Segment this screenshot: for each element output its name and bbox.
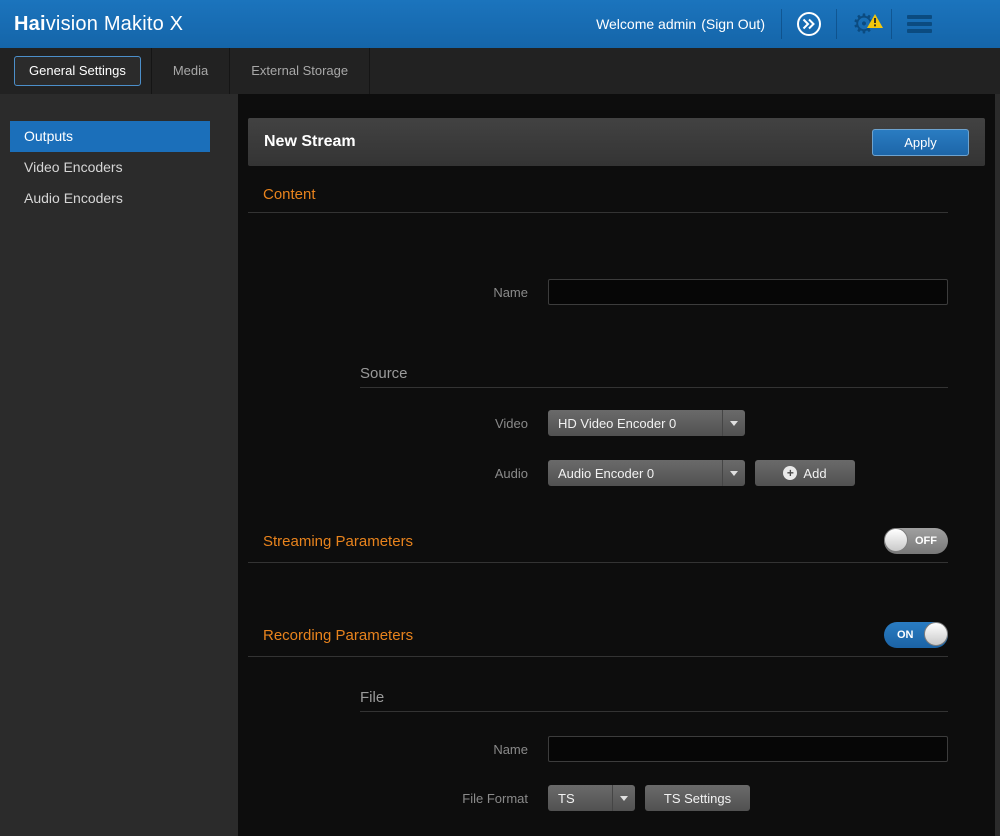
file-name-label: Name [248,742,528,757]
file-name-input[interactable] [548,736,948,762]
tab-media[interactable]: Media [152,48,229,94]
toggle-knob [884,528,908,552]
plus-icon: + [783,466,797,480]
hamburger-icon [907,15,932,33]
file-format-selected-value: TS [548,791,612,806]
divider [360,387,948,388]
recording-parameters-toggle[interactable]: ON [884,622,948,648]
name-label: Name [248,285,528,300]
streaming-parameters-row: Streaming Parameters OFF [248,528,948,554]
main-panel: New Stream Apply Content Name Source Vid… [238,94,995,836]
sidebar-item-outputs[interactable]: Outputs [10,121,210,152]
topbar-divider [836,9,837,39]
video-encoder-selected-value: HD Video Encoder 0 [548,416,722,431]
topbar-divider [891,9,892,39]
chevron-down-icon [722,460,745,486]
toggle-state-label: ON [897,629,914,641]
settings-gear-icon[interactable]: ⚙ [839,11,889,38]
haivision-status-icon[interactable] [784,11,834,37]
stream-name-row: Name [248,279,948,305]
sidebar-item-audio-encoders[interactable]: Audio Encoders [10,183,210,214]
form-content: Content Name Source Video HD Video Encod… [248,186,948,811]
file-name-row: Name [248,736,948,762]
apply-button[interactable]: Apply [872,129,969,156]
stream-name-input[interactable] [548,279,948,305]
toggle-state-label: OFF [915,535,937,547]
section-title-streaming-parameters: Streaming Parameters [248,533,413,550]
tab-general-settings[interactable]: General Settings [14,56,141,86]
video-label: Video [248,416,528,431]
audio-label: Audio [248,466,528,481]
divider [248,212,948,213]
page-title: New Stream [264,133,356,151]
tab-divider [369,48,370,94]
warning-badge-icon [867,14,883,33]
file-format-row: File Format TS TS Settings [248,785,948,811]
tab-bar: General Settings Media External Storage [0,48,1000,94]
add-audio-button[interactable]: + Add [755,460,855,486]
sign-out-link[interactable]: (Sign Out) [701,16,765,32]
sidebar-item-video-encoders[interactable]: Video Encoders [10,152,210,183]
audio-encoder-select[interactable]: Audio Encoder 0 [548,460,745,486]
video-encoder-select[interactable]: HD Video Encoder 0 [548,410,745,436]
brand-rest: vision Makito X [46,13,184,35]
divider [248,656,948,657]
subsection-title-file: File [360,689,948,706]
section-title-recording-parameters: Recording Parameters [248,627,413,644]
chevron-down-icon [612,785,635,811]
brand-logo: Haivision Makito X [14,13,183,36]
file-format-select[interactable]: TS [548,785,635,811]
ts-settings-label: TS Settings [664,791,731,806]
audio-source-row: Audio Audio Encoder 0 + Add [248,460,948,486]
audio-encoder-selected-value: Audio Encoder 0 [548,466,722,481]
add-button-label: Add [803,466,826,481]
sidebar: Outputs Video Encoders Audio Encoders [0,94,238,836]
new-stream-header: New Stream Apply [248,118,985,166]
section-title-content: Content [248,186,948,203]
menu-icon[interactable] [894,15,944,33]
file-format-label: File Format [248,791,528,806]
subsection-title-source: Source [360,365,948,382]
divider [248,562,948,563]
topbar-divider [781,9,782,39]
brand-bold: Hai [14,13,46,35]
status-circle-icon [796,11,822,37]
welcome-text: Welcome admin [596,16,696,32]
streaming-parameters-toggle[interactable]: OFF [884,528,948,554]
divider [360,711,948,712]
toggle-knob [924,622,948,646]
chevron-down-icon [722,410,745,436]
recording-parameters-row: Recording Parameters ON [248,622,948,648]
video-source-row: Video HD Video Encoder 0 [248,410,948,436]
tab-external-storage[interactable]: External Storage [230,48,369,94]
ts-settings-button[interactable]: TS Settings [645,785,750,811]
top-bar: Haivision Makito X Welcome admin (Sign O… [0,0,1000,48]
topbar-right: Welcome admin (Sign Out) ⚙ [596,9,944,39]
